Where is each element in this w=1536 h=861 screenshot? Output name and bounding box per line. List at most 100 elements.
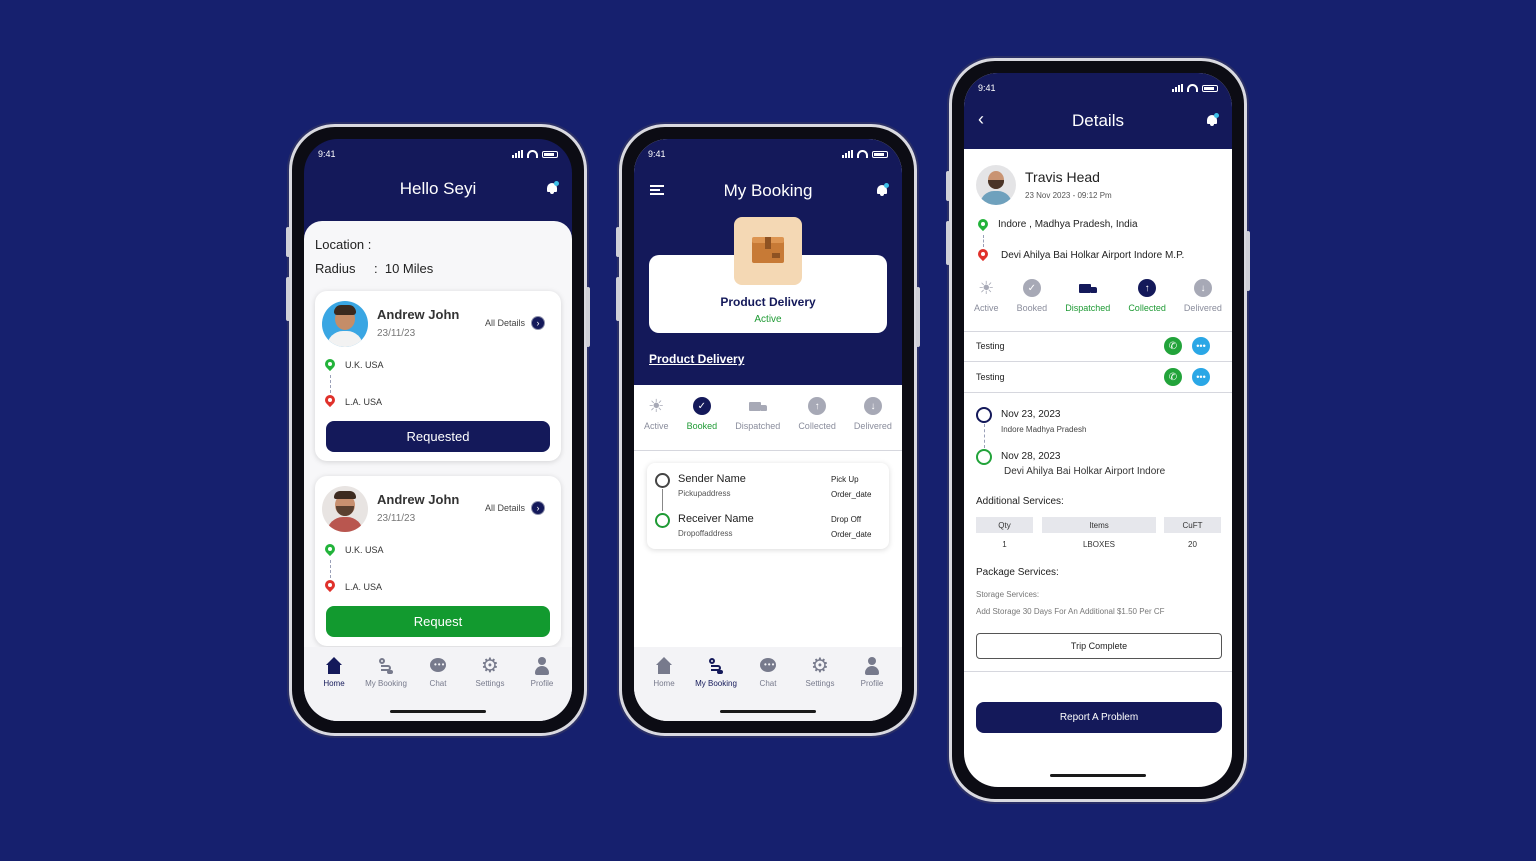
nav-profile[interactable]: Profile [847,657,897,721]
whatsapp-icon[interactable]: ✆ [1164,368,1182,386]
menu-icon[interactable] [650,185,664,195]
route-icon [707,657,725,675]
status-time: 9:41 [648,149,666,159]
request-card[interactable]: Andrew John 23/11/23 All Details › U.K. … [315,476,561,646]
details-steps: ☀ Active ✓ Booked Dispatched ↑ Collected ↓ D… [974,278,1222,314]
timeline-place-end: Devi Ahilya Bai Holkar Airport Indore [1004,466,1166,477]
step-active: ☀ Active [974,278,999,314]
table-header-items: Items [1042,517,1156,533]
contact-name: Testing [976,341,1005,351]
receiver-ring-icon [655,513,670,528]
check-icon: ✓ [692,397,711,415]
step-label: Active [974,303,999,313]
divider [964,392,1232,393]
arrow-down-icon: ↓ [1193,279,1212,297]
step-booked: ✓ Booked [1017,279,1047,313]
avatar [976,165,1016,205]
step-delivered: ↓ Delivered [854,397,892,431]
signal-icon [1172,84,1183,92]
table-cell-items: LBOXES [1082,540,1115,549]
table-cell-qty: 1 [1002,540,1007,549]
dropoff-label: Drop Off [831,515,862,524]
divider [634,450,902,451]
dropoff-pin-icon [975,246,991,263]
home-header: Hello Seyi [304,169,572,209]
step-label: Collected [1128,303,1166,313]
nav-label: Home [653,679,675,688]
request-card[interactable]: Andrew John 23/11/23 All Details › U.K. … [315,291,561,461]
pickup-location: U.K. USA [345,545,384,555]
customer-name: Andrew John [377,492,460,507]
step-collected: ↑ Collected [798,397,836,431]
nav-label: Chat [759,679,777,688]
whatsapp-icon[interactable]: ✆ [1164,337,1182,355]
step-dispatched: Dispatched [1065,279,1110,313]
nav-home[interactable]: Home [639,657,689,721]
pickup-pin-icon [322,541,338,558]
dropoff-pin-icon [322,577,338,594]
home-indicator [1050,774,1146,777]
step-label: Collected [798,421,836,431]
trip-complete-button[interactable]: Trip Complete [976,633,1222,659]
sender-receiver-card[interactable]: Sender Name Pickupaddress Pick Up Order_… [647,463,889,549]
home-screen: 9:41 Hello Seyi Location : Radius : 10 M… [304,139,572,721]
home-icon [655,657,673,675]
storage-services-text: Add Storage 30 Days For An Additional $1… [976,607,1165,616]
page-title: Details [1072,111,1124,130]
details-screen: 9:41 ‹ Details Travis Head 23 Nov 2023 -… [964,73,1232,787]
sender-name: Sender Name [678,473,746,485]
back-arrow-icon[interactable]: ‹ [978,109,984,130]
nav-label: Settings [805,679,835,688]
report-problem-button[interactable]: Report A Problem [976,702,1222,733]
phone-details: 9:41 ‹ Details Travis Head 23 Nov 2023 -… [946,58,1250,802]
phone-side-button [616,227,620,257]
home-icon [325,657,343,675]
chat-icon: ••• [429,657,447,675]
all-details-link[interactable]: All Details › [485,316,546,330]
receiver-address: Dropoffaddress [678,529,733,538]
wifi-icon [857,150,868,158]
battery-icon [1202,84,1218,92]
notification-bell-icon[interactable] [546,181,559,194]
timeline-start-icon [976,407,992,423]
timeline-date-start: Nov 23, 2023 [1001,409,1061,420]
sender-ring-icon [655,473,670,488]
gear-icon: ⚙ [481,655,499,677]
nav-home[interactable]: Home [309,657,359,721]
all-details-link[interactable]: All Details › [485,501,546,515]
radius-value: : 10 Miles [374,261,434,276]
product-status: Active [754,314,782,325]
product-delivery-link[interactable]: Product Delivery [649,352,744,366]
phone-side-button [916,287,920,347]
nav-label: Profile [530,679,554,688]
notification-bell-icon[interactable] [1206,113,1219,126]
contact-row[interactable]: Testing ✆ ••• [964,331,1232,361]
route-line [662,489,663,511]
nav-profile[interactable]: Profile [517,657,567,721]
route-dash [330,375,331,393]
message-icon[interactable]: ••• [1192,337,1210,355]
message-icon[interactable]: ••• [1192,368,1210,386]
wifi-icon [1187,84,1198,92]
pickup-date: Order_date [831,490,872,499]
nav-label: Profile [860,679,884,688]
pickup-location: Indore , Madhya Pradesh, India [998,219,1138,230]
box-icon [734,217,802,285]
booking-header: My Booking [634,171,902,211]
truck-icon [1078,279,1097,297]
booking-steps: ☀ Active ✓ Booked Dispatched ↑ Collected ↓ D… [644,396,892,432]
details-header: ‹ Details [964,101,1232,141]
phone-side-button [1246,231,1250,291]
divider [964,671,1232,672]
request-button[interactable]: Request [326,606,550,637]
notification-bell-icon[interactable] [876,183,889,196]
phone-side-button [286,277,290,321]
page-title: Hello Seyi [399,179,477,198]
battery-icon [872,150,888,158]
requested-button[interactable]: Requested [326,421,550,452]
step-label: Active [644,421,669,431]
contact-row[interactable]: Testing ✆ ••• [964,362,1232,392]
chevron-right-icon: › [531,501,546,515]
signal-icon [842,150,853,158]
nav-label: Chat [429,679,447,688]
